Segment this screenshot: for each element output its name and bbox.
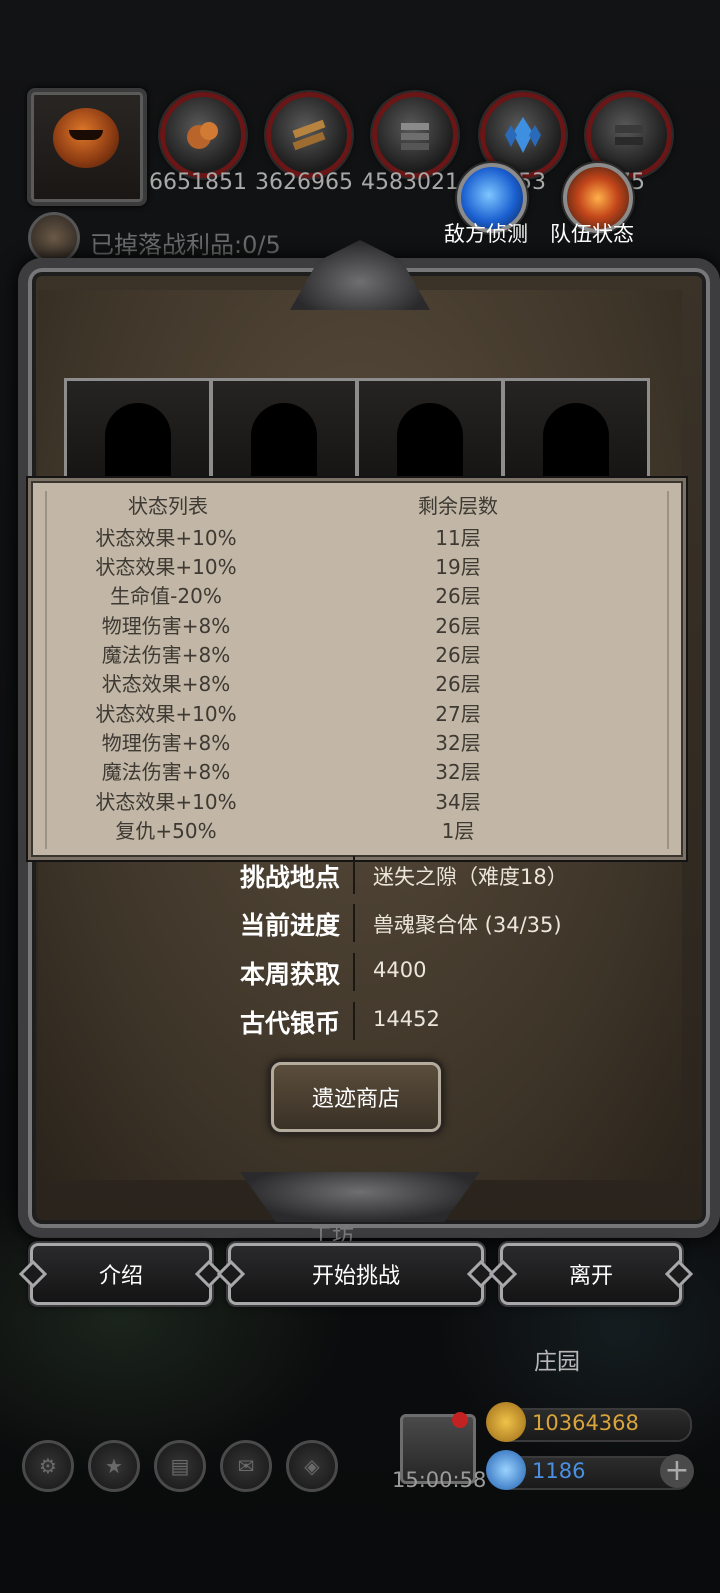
resource-count: 4583021	[361, 170, 459, 195]
intro-button[interactable]: 介绍	[30, 1243, 212, 1305]
gem-amount: 1186	[532, 1459, 586, 1483]
player-portrait[interactable]	[27, 88, 147, 206]
status-layers: 26层	[435, 614, 481, 638]
status-name: 魔法伤害+8%	[101, 643, 231, 667]
status-name: 物理伤害+8%	[101, 614, 231, 638]
gem-icon	[486, 1450, 526, 1490]
shield-icon[interactable]: ◈	[286, 1440, 338, 1492]
team-status-label[interactable]: 队伍状态	[550, 218, 634, 248]
status-layers: 26层	[435, 672, 481, 696]
status-layers: 1层	[441, 819, 475, 843]
manor-label: 庄园	[534, 1349, 580, 1375]
divider	[353, 953, 355, 991]
add-currency-button[interactable]: +	[660, 1454, 694, 1488]
star-icon[interactable]: ★	[88, 1440, 140, 1492]
status-layers: 32层	[435, 731, 481, 755]
status-name: 状态效果+10%	[95, 790, 237, 814]
divider	[353, 904, 355, 942]
gift-timer: 15:00:58	[392, 1468, 487, 1492]
status-name: 状态效果+10%	[95, 702, 237, 726]
ruins-shop-button[interactable]: 遗迹商店	[271, 1062, 441, 1132]
leave-button[interactable]: 离开	[500, 1243, 682, 1305]
guild-banner-icon[interactable]: ▤	[154, 1440, 206, 1492]
iron-bars-icon[interactable]	[372, 92, 458, 178]
ancient-coin-value: 14452	[373, 1007, 440, 1031]
notification-dot	[452, 1412, 468, 1428]
status-name: 生命值-20%	[110, 584, 222, 608]
status-layers: 27层	[435, 702, 481, 726]
progress-value: 兽魂聚合体 (34/35)	[373, 913, 562, 937]
scroll-icon	[28, 212, 80, 264]
hero-slot[interactable]	[502, 378, 650, 495]
enemy-scout-label[interactable]: 敌方侦测	[444, 218, 528, 248]
hero-slot[interactable]	[356, 378, 504, 495]
hero-slot[interactable]	[210, 378, 358, 495]
status-layers: 19层	[435, 555, 481, 579]
pumpkin-avatar-icon	[53, 108, 119, 168]
status-layers: 34层	[435, 790, 481, 814]
gold-coin-icon	[486, 1402, 526, 1442]
divider	[353, 856, 355, 894]
divider	[353, 1002, 355, 1040]
status-name: 魔法伤害+8%	[101, 760, 231, 784]
location-value: 迷失之隙（难度18）	[373, 865, 568, 889]
location-label: 挑战地点	[239, 863, 340, 892]
wood-planks-icon[interactable]	[266, 92, 352, 178]
status-layers: 32层	[435, 760, 481, 784]
weekly-value: 4400	[373, 958, 427, 982]
status-header-layers: 剩余层数	[418, 494, 498, 518]
gold-amount: 10364368	[532, 1411, 639, 1435]
mail-icon[interactable]: ✉	[220, 1440, 272, 1492]
hero-slot[interactable]	[64, 378, 212, 495]
weekly-label: 本周获取	[239, 960, 340, 989]
status-layers: 11层	[435, 526, 481, 550]
status-name: 复仇+50%	[115, 819, 217, 843]
status-name: 状态效果+10%	[95, 526, 237, 550]
status-name: 状态效果+10%	[95, 555, 237, 579]
status-name: 状态效果+8%	[101, 672, 231, 696]
resource-count: 6651851	[149, 170, 247, 195]
status-header-name: 状态列表	[128, 494, 208, 518]
progress-label: 当前进度	[239, 911, 340, 940]
frame-bottom-ornament	[240, 1172, 480, 1222]
copper-ore-icon[interactable]	[160, 92, 246, 178]
resource-count: 3626965	[255, 170, 353, 195]
status-layers: 26层	[435, 643, 481, 667]
loot-counter: 已掉落战利品:0/5	[90, 231, 281, 259]
start-challenge-button[interactable]: 开始挑战	[228, 1243, 484, 1305]
status-name: 物理伤害+8%	[101, 731, 231, 755]
ancient-coin-label: 古代银币	[239, 1009, 340, 1038]
status-layers: 26层	[435, 584, 481, 608]
settings-gear-icon[interactable]: ⚙	[22, 1440, 74, 1492]
